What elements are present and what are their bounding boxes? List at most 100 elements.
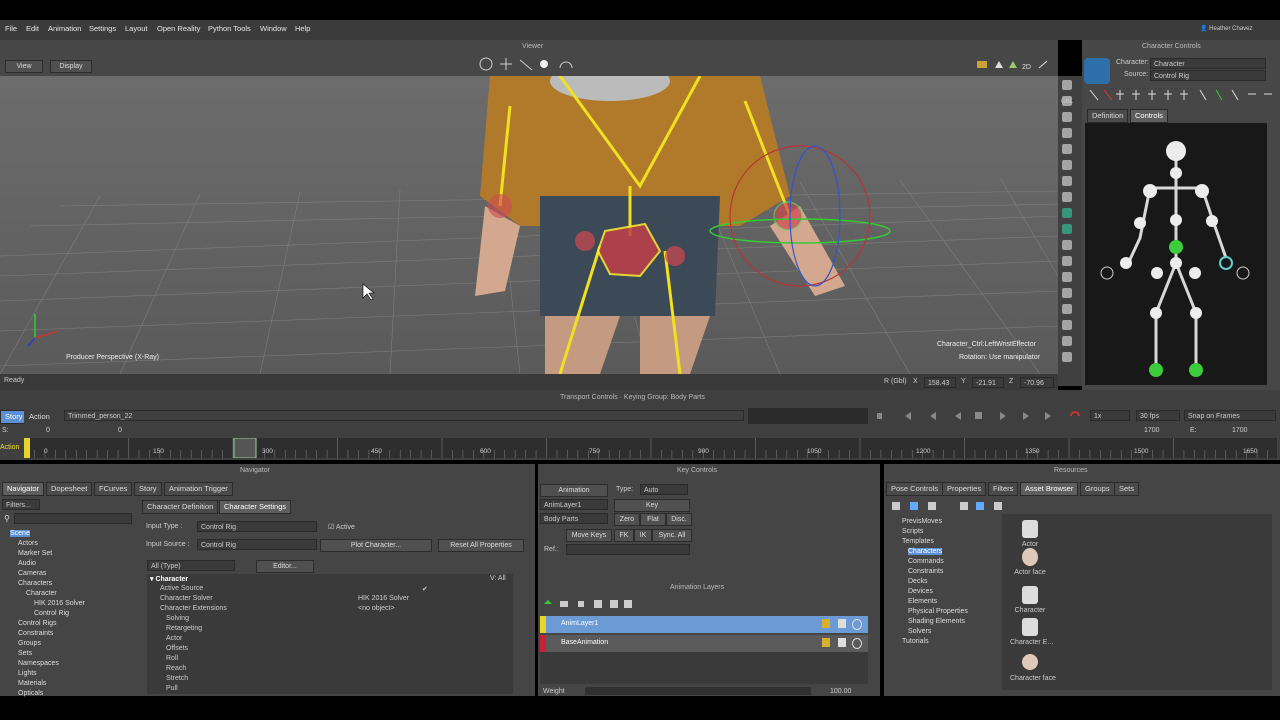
navigator-tree-item[interactable]: Character — [26, 590, 57, 597]
end-value-a[interactable]: 1700 — [1144, 427, 1160, 434]
tool-icon[interactable] — [1062, 224, 1072, 234]
menu-animation[interactable]: Animation — [48, 24, 81, 33]
resources-tree-item[interactable]: Tutorials — [902, 638, 929, 645]
navigator-tree-item[interactable]: Control Rigs — [18, 620, 57, 627]
tool-icon[interactable] — [1062, 256, 1072, 266]
sync-all-button[interactable]: Sync. All — [652, 529, 692, 542]
property-value[interactable]: <no object> — [358, 605, 395, 612]
input-source-select[interactable]: Control Rig — [197, 539, 317, 550]
layer-solo-icon[interactable] — [838, 619, 846, 628]
take-select[interactable]: Trimmed_person_22 — [64, 410, 744, 421]
editor-button[interactable]: Editor... — [256, 560, 314, 573]
nav-filters[interactable]: Filters... — [2, 499, 40, 510]
tool-icon[interactable] — [1062, 320, 1072, 330]
tab-character-definition[interactable]: Character Definition — [142, 500, 219, 514]
tool-icon[interactable] — [1062, 160, 1072, 170]
tool-icon[interactable] — [1062, 240, 1072, 250]
disc-button[interactable]: Disc. — [666, 513, 692, 526]
navigator-tree-item[interactable]: Cameras — [18, 570, 46, 577]
tool-icon[interactable] — [1062, 144, 1072, 154]
tab-story[interactable]: Story — [134, 482, 162, 496]
tool-icon[interactable] — [1062, 128, 1072, 138]
menu-file[interactable]: File — [5, 24, 17, 33]
move-keys-button[interactable]: Move Keys — [566, 529, 612, 542]
resources-tree-item[interactable]: Characters — [908, 548, 943, 555]
property-value[interactable]: HIK 2016 Solver — [358, 595, 409, 602]
navigator-tree-item[interactable]: Actors — [18, 540, 38, 547]
navigator-tree-item[interactable]: Control Rig — [34, 610, 69, 617]
navigator-tree-item[interactable]: Scene — [10, 530, 30, 537]
tab-filters[interactable]: Filters — [988, 482, 1019, 496]
display-button[interactable]: Display — [50, 60, 92, 73]
timeline-ruler[interactable] — [23, 437, 1279, 459]
current-value[interactable]: 0 — [118, 427, 122, 434]
property-value[interactable]: ✔ — [422, 585, 428, 593]
source-select[interactable]: Control Rig — [1150, 70, 1266, 81]
navigator-tree-item[interactable]: Materials — [18, 680, 46, 687]
resources-tree-item[interactable]: Physical Properties — [908, 608, 968, 615]
tab-dopesheet[interactable]: Dopesheet — [46, 482, 93, 496]
tool-icon[interactable] — [1062, 192, 1072, 202]
character-select[interactable]: Character — [1150, 58, 1266, 69]
menu-open-reality[interactable]: Open Reality — [157, 24, 200, 33]
plot-character-button[interactable]: Plot Character... — [320, 539, 432, 552]
tab-character-settings[interactable]: Character Settings — [219, 500, 292, 514]
tool-icon[interactable] — [1062, 352, 1072, 362]
resources-tree-item[interactable]: Constraints — [908, 568, 943, 575]
resources-tree-item[interactable]: PrevisMoves — [902, 518, 942, 525]
tab-animation-trigger[interactable]: Animation Trigger — [164, 482, 233, 496]
layer-select[interactable]: AnimLayer1 — [540, 499, 608, 510]
layer-mute-icon[interactable] — [852, 619, 862, 630]
asset-thumbnail-icon[interactable] — [1022, 654, 1038, 670]
layer-solo-icon[interactable] — [838, 638, 846, 647]
animation-button[interactable]: Animation — [540, 484, 608, 497]
menu-python-tools[interactable]: Python Tools — [208, 24, 251, 33]
resources-tree-item[interactable]: Scripts — [902, 528, 923, 535]
resources-tree-item[interactable]: Devices — [908, 588, 933, 595]
asset-thumbnail-icon[interactable] — [1022, 618, 1038, 636]
menu-edit[interactable]: Edit — [26, 24, 39, 33]
tool-icon[interactable] — [1062, 336, 1072, 346]
user-label[interactable]: 👤 Heather Chavez — [1200, 25, 1253, 32]
viewport[interactable] — [0, 76, 1058, 374]
resources-tree-item[interactable]: Decks — [908, 578, 927, 585]
fps-select[interactable]: 30 fps — [1136, 410, 1180, 421]
weight-value[interactable]: 100.00 — [830, 688, 851, 695]
type-filter-select[interactable]: All (Type) — [147, 560, 235, 571]
tab-sets[interactable]: Sets — [1114, 482, 1140, 496]
menu-help[interactable]: Help — [295, 24, 310, 33]
layer-lock-icon[interactable] — [822, 638, 830, 647]
navigator-tree-item[interactable]: Marker Set — [18, 550, 52, 557]
resources-tree-item[interactable]: Commands — [908, 558, 944, 565]
asset-thumbnail-icon[interactable] — [1022, 548, 1038, 566]
tool-icon[interactable] — [1062, 208, 1072, 218]
flat-button[interactable]: Flat — [640, 513, 666, 526]
navigator-tree-item[interactable]: Namespaces — [18, 660, 59, 667]
key-button[interactable]: Key — [614, 499, 690, 512]
weight-slider[interactable] — [585, 687, 811, 695]
resources-tree-item[interactable]: Templates — [902, 538, 934, 545]
navigator-tree-item[interactable]: Characters — [18, 580, 52, 587]
tab-asset-browser[interactable]: Asset Browser — [1020, 482, 1079, 496]
character-figure-area[interactable] — [1085, 123, 1267, 385]
tool-icon[interactable] — [1062, 176, 1072, 186]
resources-tree-item[interactable]: Shading Elements — [908, 618, 965, 625]
navigator-tree-item[interactable]: HIK 2016 Solver — [34, 600, 85, 607]
tool-icon[interactable] — [1062, 80, 1072, 90]
ref-field[interactable] — [566, 544, 690, 555]
tab-groups[interactable]: Groups — [1080, 482, 1115, 496]
asset-thumbnail-icon[interactable] — [1022, 586, 1038, 604]
coord-z-field[interactable]: -70.96 — [1020, 377, 1054, 388]
navigator-tree-item[interactable]: Audio — [18, 560, 36, 567]
tab-definition[interactable]: Definition — [1087, 109, 1129, 123]
body-parts-select[interactable]: Body Parts — [540, 513, 608, 524]
menu-layout[interactable]: Layout — [125, 24, 148, 33]
menu-settings[interactable]: Settings — [89, 24, 116, 33]
zero-button[interactable]: Zero — [614, 513, 640, 526]
tab-properties[interactable]: Properties — [942, 482, 987, 496]
fk-button[interactable]: FK — [614, 529, 634, 542]
reset-properties-button[interactable]: Reset All Properties — [438, 539, 524, 552]
tool-icon[interactable] — [1062, 112, 1072, 122]
navigator-tree-item[interactable]: Groups — [18, 640, 41, 647]
nav-search-input[interactable] — [14, 513, 132, 524]
